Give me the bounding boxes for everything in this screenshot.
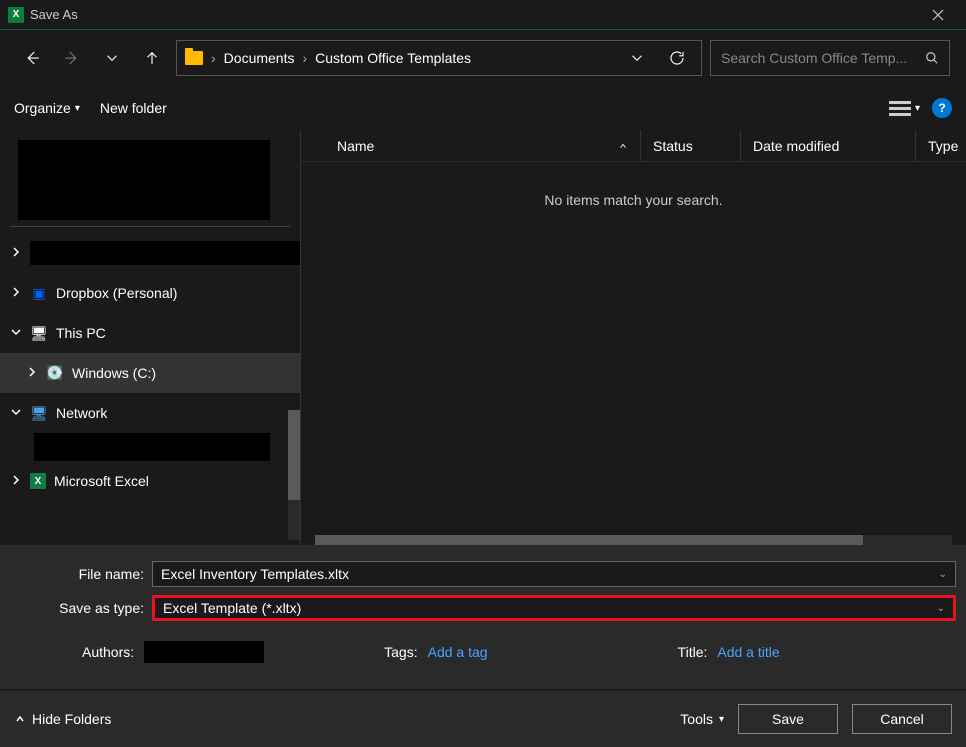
tree-item-dropbox[interactable]: Dropbox (Personal) <box>0 273 300 313</box>
authors-label: Authors: <box>82 644 134 660</box>
file-name-value: Excel Inventory Templates.xltx <box>161 566 349 582</box>
breadcrumb-documents[interactable]: Documents <box>224 50 295 66</box>
folder-tree: Dropbox (Personal) This PC Windows (C:) … <box>0 130 300 545</box>
horizontal-scrollbar-thumb[interactable] <box>315 535 863 545</box>
organize-button[interactable]: Organize ▾ <box>14 100 80 116</box>
excel-icon <box>30 473 46 489</box>
save-type-label: Save as type: <box>10 600 152 616</box>
column-header-modified[interactable]: Date modified <box>741 130 916 161</box>
pc-icon <box>30 325 48 341</box>
up-button[interactable] <box>136 42 168 74</box>
title-label: Title: <box>678 644 708 660</box>
back-button[interactable] <box>16 42 48 74</box>
refresh-button[interactable] <box>661 42 693 74</box>
chevron-right-icon[interactable] <box>26 365 38 381</box>
window-title: Save As <box>30 7 78 22</box>
cancel-button[interactable]: Cancel <box>852 704 952 734</box>
tools-button[interactable]: Tools ▾ <box>680 711 724 727</box>
file-list-panel: Name Status Date modified Type No items … <box>300 130 966 545</box>
horizontal-scrollbar[interactable] <box>315 535 952 545</box>
tree-item-windows-c[interactable]: Windows (C:) <box>0 353 300 393</box>
help-button[interactable]: ? <box>932 98 952 118</box>
chevron-down-icon[interactable] <box>10 405 22 421</box>
chevron-right-icon: › <box>211 50 216 66</box>
redacted-item <box>18 140 270 220</box>
tree-label: This PC <box>56 325 106 341</box>
save-type-value: Excel Template (*.xltx) <box>163 600 301 616</box>
tree-label: Windows (C:) <box>72 365 156 381</box>
chevron-down-icon[interactable]: ⌄ <box>939 569 947 580</box>
column-header-type[interactable]: Type <box>916 130 966 161</box>
authors-value[interactable] <box>144 641 264 663</box>
dropbox-icon <box>30 285 48 301</box>
folder-icon <box>185 51 203 65</box>
file-name-label: File name: <box>10 566 152 582</box>
sidebar-scrollbar-thumb[interactable] <box>288 410 300 500</box>
address-bar[interactable]: › Documents › Custom Office Templates <box>176 40 702 76</box>
tree-label: Microsoft Excel <box>54 473 149 489</box>
close-button[interactable] <box>918 0 958 30</box>
tree-item-redacted[interactable] <box>0 233 300 273</box>
breadcrumb-custom-templates[interactable]: Custom Office Templates <box>315 50 471 66</box>
chevron-right-icon[interactable] <box>10 285 22 301</box>
tree-item-this-pc[interactable]: This PC <box>0 313 300 353</box>
address-dropdown-button[interactable] <box>621 42 653 74</box>
recent-locations-button[interactable] <box>96 42 128 74</box>
chevron-down-icon: ▾ <box>719 714 724 725</box>
forward-button[interactable] <box>56 42 88 74</box>
tags-input[interactable]: Add a tag <box>428 644 488 660</box>
hide-folders-button[interactable]: Hide Folders <box>14 711 111 727</box>
file-name-field[interactable]: Excel Inventory Templates.xltx ⌄ <box>152 561 956 587</box>
tree-item-excel[interactable]: Microsoft Excel <box>0 461 300 501</box>
network-icon <box>30 405 48 421</box>
tags-label: Tags: <box>384 644 417 660</box>
new-folder-button[interactable]: New folder <box>100 100 167 116</box>
search-icon <box>925 51 939 65</box>
search-input[interactable] <box>721 50 925 66</box>
drive-icon <box>46 365 64 381</box>
search-box[interactable] <box>710 40 950 76</box>
view-mode-button[interactable]: ▾ <box>889 98 920 118</box>
title-input[interactable]: Add a title <box>717 644 779 660</box>
column-header-status[interactable]: Status <box>641 130 741 161</box>
list-view-icon <box>889 98 911 118</box>
chevron-down-icon[interactable]: ⌄ <box>937 603 945 614</box>
sort-caret-icon <box>618 138 628 154</box>
tree-label: Dropbox (Personal) <box>56 285 177 301</box>
chevron-right-icon[interactable] <box>10 473 22 489</box>
chevron-right-icon[interactable] <box>10 245 22 261</box>
empty-state-message: No items match your search. <box>301 192 966 208</box>
tree-label: Network <box>56 405 107 421</box>
chevron-right-icon: › <box>302 50 307 66</box>
chevron-down-icon: ▾ <box>75 103 80 114</box>
column-header-name[interactable]: Name <box>301 130 641 161</box>
save-button[interactable]: Save <box>738 704 838 734</box>
excel-app-icon <box>8 7 24 23</box>
chevron-down-icon: ▾ <box>915 103 920 114</box>
save-type-field[interactable]: Excel Template (*.xltx) ⌄ <box>152 595 956 621</box>
tree-item-network[interactable]: Network <box>0 393 300 433</box>
chevron-down-icon[interactable] <box>10 325 22 341</box>
redacted-item <box>34 433 270 461</box>
chevron-up-icon <box>14 713 26 725</box>
